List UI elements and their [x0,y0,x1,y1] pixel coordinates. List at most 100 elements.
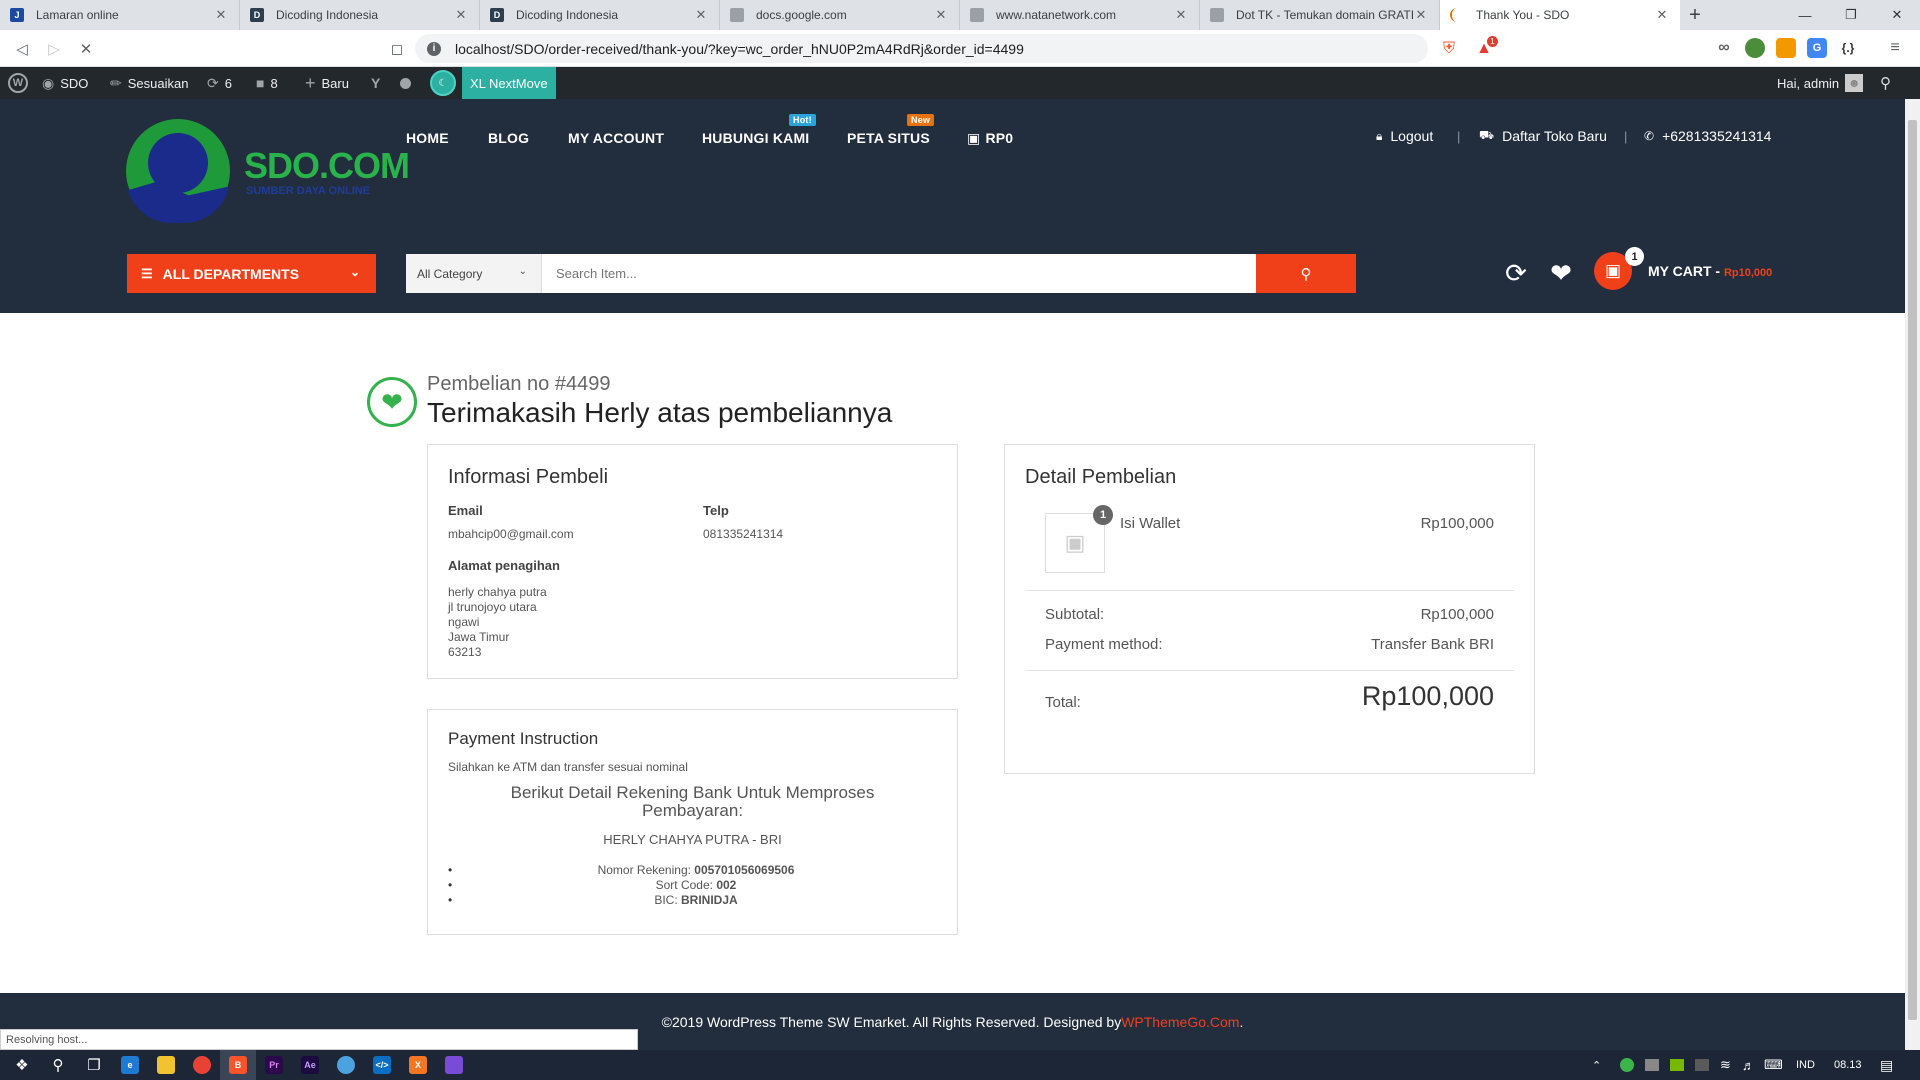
order-number: Pembelian no #4499 [427,373,611,395]
vscode-app-icon[interactable]: </> [364,1050,400,1080]
browser-tab[interactable]: www.natanetwork.com ✕ [960,0,1200,30]
xl-nextmove-logo-icon[interactable]: ☾ [430,67,456,99]
browser-tab[interactable]: D Dicoding Indonesia ✕ [240,0,480,30]
windows-start-icon[interactable]: ❖ [4,1050,40,1080]
brave-app-icon[interactable]: B [220,1050,256,1080]
yoast-icon[interactable]: Y [371,67,386,99]
tray-app-icon[interactable] [1620,1050,1634,1080]
search-button[interactable]: ⚲ [1256,254,1356,293]
menu-wallet-balance[interactable]: ▣ RP0 [967,130,1013,147]
extension-globe-icon[interactable] [1745,38,1765,58]
close-tab-icon[interactable]: ✕ [213,7,229,23]
cart-amount: Rp10,000 [1723,267,1773,279]
cart-count-badge: 1 [1625,247,1644,266]
close-window-button[interactable]: ✕ [1874,0,1920,30]
wp-account-menu[interactable]: Hai, admin ☻ [1777,67,1864,99]
taskbar-search-icon[interactable]: ⚲ [40,1050,76,1080]
new-tab-button[interactable]: + [1680,0,1710,30]
edge-app-icon[interactable]: e [112,1050,148,1080]
close-tab-icon[interactable]: ✕ [1413,7,1429,23]
file-explorer-app-icon[interactable] [148,1050,184,1080]
logout-link[interactable]: 🔒︎ Logout [1376,128,1433,144]
logo-name: SDO.COM [244,145,410,186]
copyright-end: . [1239,1013,1244,1030]
show-hidden-icons[interactable]: ⌃ [1592,1050,1601,1080]
xl-nextmove-link[interactable]: XL NextMove [462,67,556,99]
register-store-link[interactable]: ⛟ Daftar Toko Baru [1479,128,1607,144]
forward-icon[interactable]: ▷ [40,30,68,67]
seo-status-icon[interactable] [400,67,411,99]
wp-search-icon[interactable]: ⚲ [1880,67,1891,99]
departments-label: ALL DEPARTMENTS [162,265,300,282]
input-language[interactable]: IND [1796,1050,1815,1080]
browser-menu-icon[interactable]: ≡ [1885,38,1905,58]
extension-link-icon[interactable]: ∞ [1714,38,1734,58]
avatar: ☻ [1845,74,1864,92]
close-tab-icon[interactable]: ✕ [933,7,949,23]
extension-translate-icon[interactable]: G [1807,38,1827,58]
wp-greeting: Hai, admin [1777,75,1840,91]
menu-peta-situs[interactable]: PETA SITUS New [847,114,935,146]
tray-app-icon[interactable] [1695,1050,1709,1080]
close-tab-icon[interactable]: ✕ [1654,7,1670,23]
dicoding-favicon-icon: D [490,8,504,22]
compare-icon[interactable]: ⟳ [1500,255,1532,291]
browser-tab[interactable]: Thank You - SDO ✕ [1440,0,1680,30]
wishlist-heart-icon[interactable]: ❤ [1545,255,1577,291]
close-tab-icon[interactable]: ✕ [693,7,709,23]
category-select[interactable]: All Category ⌄ [406,254,542,293]
tray-app-icon[interactable] [1645,1050,1659,1080]
back-icon[interactable]: ◁ [8,30,36,67]
nvidia-tray-icon[interactable] [1670,1050,1684,1080]
search-icon: ⚲ [1300,265,1312,283]
wp-comments-link[interactable]: ■ 8 [256,67,278,99]
after-effects-app-icon[interactable]: Ae [292,1050,328,1080]
extension-orange-icon[interactable] [1776,38,1796,58]
app-icon[interactable] [328,1050,364,1080]
site-info-icon[interactable]: i [427,41,441,56]
restore-button[interactable]: ❐ [1828,0,1874,30]
wp-site-link[interactable]: ◉ SDO [42,67,88,99]
menu-my-account[interactable]: MY ACCOUNT [568,130,664,146]
designer-link[interactable]: WPThemeGo.Com [1121,1014,1239,1030]
notifications-icon[interactable]: ▤ [1880,1050,1893,1080]
phone-link[interactable]: ✆ +6281335241314 [1644,128,1771,144]
site-logo[interactable]: SDO.COM SUMBER DAYA ONLINE [126,119,410,229]
minimize-button[interactable]: — [1782,0,1828,30]
brave-shield-icon[interactable]: ⛨ [1435,30,1463,67]
close-tab-icon[interactable]: ✕ [1173,7,1189,23]
windows-taskbar: ❖ ⚲ ❐ e B Pr Ae </> X ⌃ ≋ ♬ ⌨ IND 08.13 … [0,1050,1920,1080]
wp-customize-link[interactable]: ✏ Sesuaikan [110,67,188,99]
browser-tab[interactable]: J Lamaran online ✕ [0,0,240,30]
premiere-app-icon[interactable]: Pr [256,1050,292,1080]
all-departments-button[interactable]: ☰ ALL DEPARTMENTS ⌄ [127,254,376,293]
menu-hubungi-kami[interactable]: HUBUNGI KAMI Hot! [702,114,816,146]
browser-tab[interactable]: D Dicoding Indonesia ✕ [480,0,720,30]
logout-label: Logout [1390,128,1434,144]
extension-json-icon[interactable]: {.} [1838,38,1858,58]
task-view-icon[interactable]: ❐ [76,1050,112,1080]
wp-updates-link[interactable]: ⟳ 6 [207,67,232,99]
app-icon[interactable] [436,1050,472,1080]
stop-loading-icon[interactable]: ✕ [72,30,100,67]
keyboard-icon[interactable]: ⌨ [1764,1050,1783,1080]
bookmark-icon[interactable]: ◻ [383,30,411,67]
xampp-app-icon[interactable]: X [400,1050,436,1080]
scrollbar-thumb[interactable] [1908,120,1917,1020]
search-input[interactable] [542,254,1256,293]
url-text[interactable]: localhost/SDO/order-received/thank-you/?… [455,41,1024,57]
wordpress-logo-icon[interactable]: W [8,67,28,99]
browser-tab[interactable]: Dot TK - Temukan domain GRATIS ✕ [1200,0,1440,30]
menu-home[interactable]: HOME [406,130,449,146]
my-cart-link[interactable]: MY CART - Rp10,000 [1648,263,1772,279]
volume-icon[interactable]: ♬ [1742,1050,1755,1080]
menu-blog[interactable]: BLOG [488,130,529,146]
clock[interactable]: 08.13 [1834,1050,1862,1080]
wifi-icon[interactable]: ≋ [1720,1050,1731,1080]
address-bar[interactable]: i localhost/SDO/order-received/thank-you… [415,34,1428,63]
wp-new-link[interactable]: + Baru [305,67,349,99]
chrome-app-icon[interactable] [184,1050,220,1080]
browser-tab[interactable]: docs.google.com ✕ [720,0,960,30]
close-tab-icon[interactable]: ✕ [453,7,469,23]
tab-title: Dicoding Indonesia [516,8,619,22]
